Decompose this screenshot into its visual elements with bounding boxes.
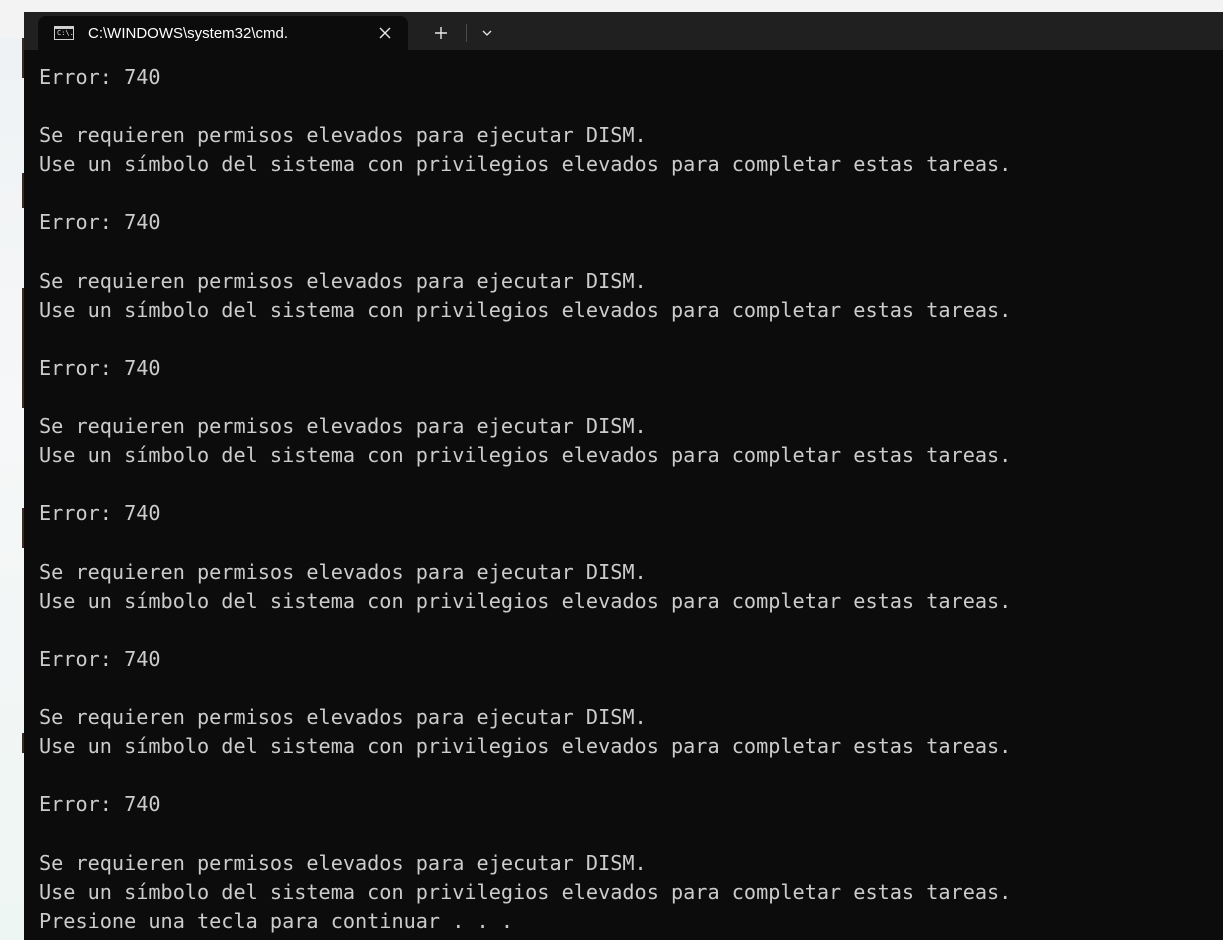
console-output[interactable]: Error: 740 Se requieren permisos elevados…	[24, 50, 1223, 940]
terminal-window: C:\. C:\WINDOWS\system32\cmd. Error: 740…	[24, 12, 1223, 940]
console-line: Error: 740	[39, 65, 161, 89]
tab-title: C:\WINDOWS\system32\cmd.	[88, 24, 289, 42]
cmd-prompt-glyph: C:\.	[57, 29, 74, 37]
plus-icon	[435, 27, 447, 39]
tab-cmd[interactable]: C:\. C:\WINDOWS\system32\cmd.	[38, 16, 408, 50]
console-line: Presione una tecla para continuar . . .	[39, 908, 514, 933]
tab-dropdown-button[interactable]	[474, 20, 500, 46]
console-line: Use un símbolo del sistema con privilegi…	[39, 588, 1012, 613]
close-icon	[379, 27, 391, 39]
tab-close-button[interactable]	[370, 18, 400, 48]
tab-bar: C:\. C:\WINDOWS\system32\cmd.	[24, 12, 1223, 50]
console-line: Se requieren permisos elevados para ejec…	[39, 123, 647, 148]
background-window-edge	[0, 38, 25, 940]
console-line: Se requieren permisos elevados para ejec…	[39, 705, 647, 730]
console-line: Se requieren permisos elevados para ejec…	[39, 850, 647, 875]
console-line: Use un símbolo del sistema con privilegi…	[39, 297, 1012, 322]
console-line: Se requieren permisos elevados para ejec…	[39, 414, 647, 439]
console-lines: Error: 740 Se requieren permisos elevados…	[39, 63, 1011, 936]
console-line: Use un símbolo del sistema con privilegi…	[39, 734, 1012, 759]
console-line: Use un símbolo del sistema con privilegi…	[39, 443, 1012, 468]
new-tab-button[interactable]	[426, 20, 456, 46]
console-line: Se requieren permisos elevados para ejec…	[39, 268, 647, 293]
chevron-down-icon	[482, 30, 492, 36]
console-line: Error: 740	[39, 501, 161, 526]
console-line: Se requieren permisos elevados para ejec…	[39, 559, 647, 584]
cmd-prompt-icon: C:\.	[54, 26, 74, 40]
console-line: Error: 740	[39, 792, 161, 817]
tab-divider	[466, 24, 467, 42]
console-line: Use un símbolo del sistema con privilegi…	[39, 152, 1012, 177]
console-line: Error: 740	[39, 210, 161, 235]
console-line: Use un símbolo del sistema con privilegi…	[39, 879, 1012, 904]
console-line: Error: 740	[39, 355, 161, 380]
screenshot: C:\. C:\WINDOWS\system32\cmd. Error: 740…	[0, 0, 1223, 940]
console-line: Error: 740	[39, 646, 161, 671]
